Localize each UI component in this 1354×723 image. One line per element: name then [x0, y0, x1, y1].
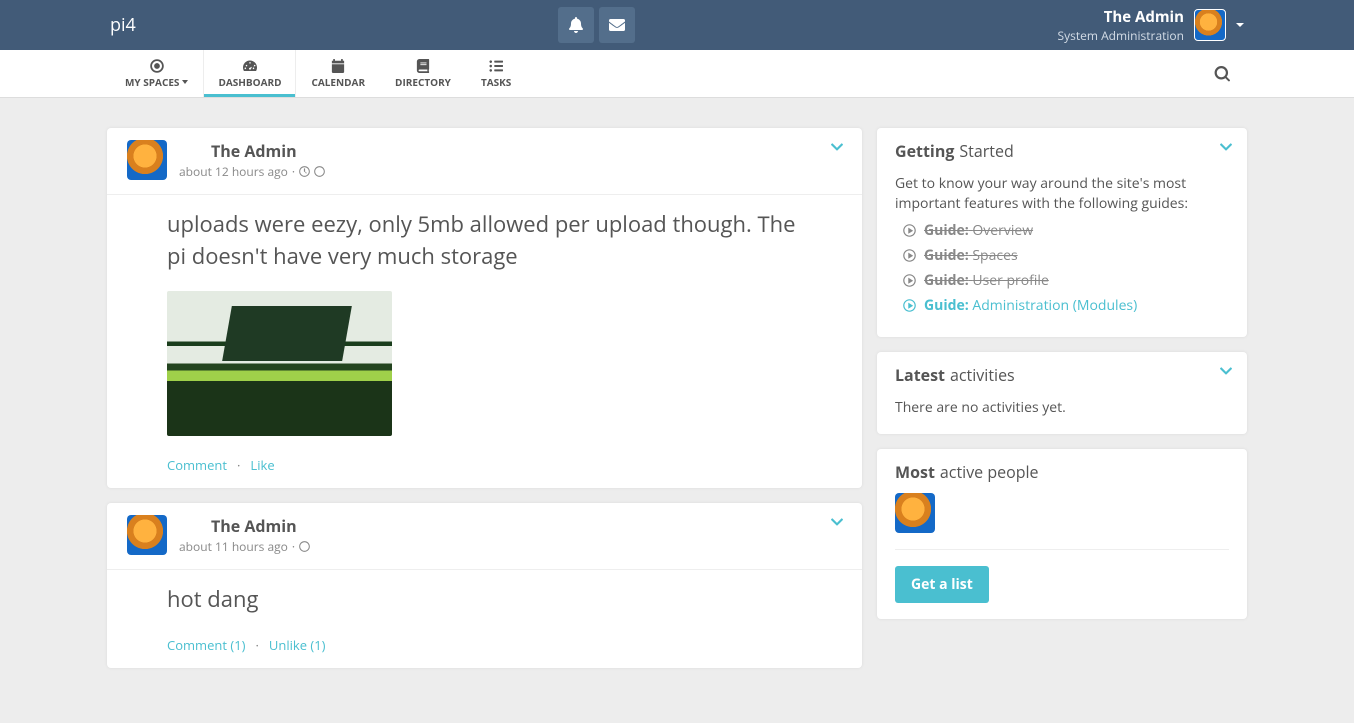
- globe-icon: [314, 166, 325, 177]
- panel-intro: Get to know your way around the site's m…: [895, 174, 1229, 213]
- post-text: uploads were eezy, only 5mb allowed per …: [167, 209, 802, 273]
- guide-administration[interactable]: Guide: Administration (Modules): [903, 296, 1229, 315]
- main-column: The Admin about 12 hours ago · uploads w…: [107, 128, 862, 683]
- nav-label: CALENDAR: [311, 75, 365, 89]
- post-meta: about 12 hours ago ·: [179, 163, 325, 180]
- avatar[interactable]: [127, 515, 167, 555]
- book-icon: [416, 59, 430, 73]
- nav-calendar[interactable]: CALENDAR: [296, 50, 380, 97]
- tasks-icon: [489, 59, 503, 73]
- like-link[interactable]: Like: [250, 456, 274, 474]
- topbar-center: [136, 7, 1058, 43]
- comment-link[interactable]: Comment (1): [167, 636, 245, 654]
- post-time: about 11 hours ago: [179, 538, 288, 555]
- post-author[interactable]: The Admin: [211, 140, 325, 162]
- chevron-down-icon: [1219, 140, 1233, 154]
- user-subtitle: System Administration: [1058, 27, 1184, 44]
- post-header: The Admin about 11 hours ago ·: [107, 503, 862, 563]
- navbar: MY SPACES DASHBOARD CALENDAR DIRECTORY T…: [0, 50, 1354, 98]
- envelope-icon: [609, 17, 625, 33]
- most-active-people-panel: Most active people Get a list: [877, 449, 1247, 619]
- play-circle-icon: [903, 249, 916, 262]
- get-a-list-button[interactable]: Get a list: [895, 566, 989, 603]
- calendar-icon: [331, 59, 345, 73]
- panel-collapse[interactable]: [1219, 364, 1233, 383]
- crosshair-icon: [150, 59, 164, 73]
- post-menu[interactable]: [830, 140, 844, 159]
- dashboard-icon: [243, 59, 257, 73]
- post-actions: Comment (1) · Unlike (1): [107, 630, 862, 668]
- brand[interactable]: pi4: [110, 13, 136, 37]
- avatar[interactable]: [127, 140, 167, 180]
- caret-down-icon: [182, 80, 188, 84]
- panel-title: Most active people: [895, 461, 1229, 483]
- chevron-down-icon: [830, 140, 844, 154]
- nav-label: DIRECTORY: [395, 75, 451, 89]
- post-actions: Comment · Like: [107, 450, 862, 488]
- chevron-down-icon: [830, 515, 844, 529]
- clock-icon: [299, 166, 310, 177]
- avatar[interactable]: [895, 493, 935, 533]
- post-time: about 12 hours ago: [179, 163, 288, 180]
- play-circle-icon: [903, 299, 916, 312]
- panel-title: Getting Started: [895, 140, 1229, 162]
- user-display-name: The Admin: [1058, 7, 1184, 27]
- user-names: The Admin System Administration: [1058, 7, 1184, 44]
- panel-title: Latest activities: [895, 364, 1229, 386]
- post-body: uploads were eezy, only 5mb allowed per …: [107, 195, 862, 450]
- guide-overview[interactable]: Guide: Overview: [903, 221, 1229, 240]
- activities-empty: There are no activities yet.: [895, 398, 1229, 418]
- notifications-button[interactable]: [558, 7, 594, 43]
- chevron-down-icon: [1219, 364, 1233, 378]
- guide-user-profile[interactable]: Guide: User profile: [903, 271, 1229, 290]
- guide-spaces[interactable]: Guide: Spaces: [903, 246, 1229, 265]
- user-menu[interactable]: The Admin System Administration: [1058, 7, 1354, 44]
- panel-collapse[interactable]: [1219, 140, 1233, 159]
- comment-link[interactable]: Comment: [167, 456, 227, 474]
- latest-activities-panel: Latest activities There are no activitie…: [877, 352, 1247, 434]
- unlike-link[interactable]: Unlike (1): [269, 636, 326, 654]
- post-author[interactable]: The Admin: [211, 515, 310, 537]
- post-panel: The Admin about 11 hours ago · hot dang …: [107, 503, 862, 668]
- nav-label: MY SPACES: [125, 75, 179, 89]
- post-panel: The Admin about 12 hours ago · uploads w…: [107, 128, 862, 488]
- messages-button[interactable]: [599, 7, 635, 43]
- globe-icon: [299, 541, 310, 552]
- guide-list: Guide: Overview Guide: Spaces Guide: Use…: [895, 221, 1229, 315]
- getting-started-panel: Getting Started Get to know your way aro…: [877, 128, 1247, 337]
- post-text: hot dang: [167, 584, 802, 616]
- nav-my-spaces[interactable]: MY SPACES: [110, 50, 203, 97]
- nav-directory[interactable]: DIRECTORY: [380, 50, 466, 97]
- nav-label: TASKS: [481, 75, 511, 89]
- post-menu[interactable]: [830, 515, 844, 534]
- play-circle-icon: [903, 274, 916, 287]
- sidebar: Getting Started Get to know your way aro…: [877, 128, 1247, 683]
- page: The Admin about 12 hours ago · uploads w…: [107, 128, 1247, 723]
- play-circle-icon: [903, 224, 916, 237]
- avatar: [1194, 9, 1226, 41]
- caret-down-icon: [1236, 23, 1244, 27]
- topbar: pi4 The Admin System Administration: [0, 0, 1354, 50]
- people-row: [895, 493, 1229, 533]
- nav-dashboard[interactable]: DASHBOARD: [203, 50, 296, 97]
- nav-label: DASHBOARD: [218, 75, 281, 89]
- post-meta: about 11 hours ago ·: [179, 538, 310, 555]
- search-icon: [1214, 66, 1230, 82]
- bell-icon: [568, 17, 584, 33]
- post-image[interactable]: [167, 291, 392, 436]
- nav-tasks[interactable]: TASKS: [466, 50, 526, 97]
- nav-search[interactable]: [1200, 50, 1244, 97]
- post-header: The Admin about 12 hours ago ·: [107, 128, 862, 188]
